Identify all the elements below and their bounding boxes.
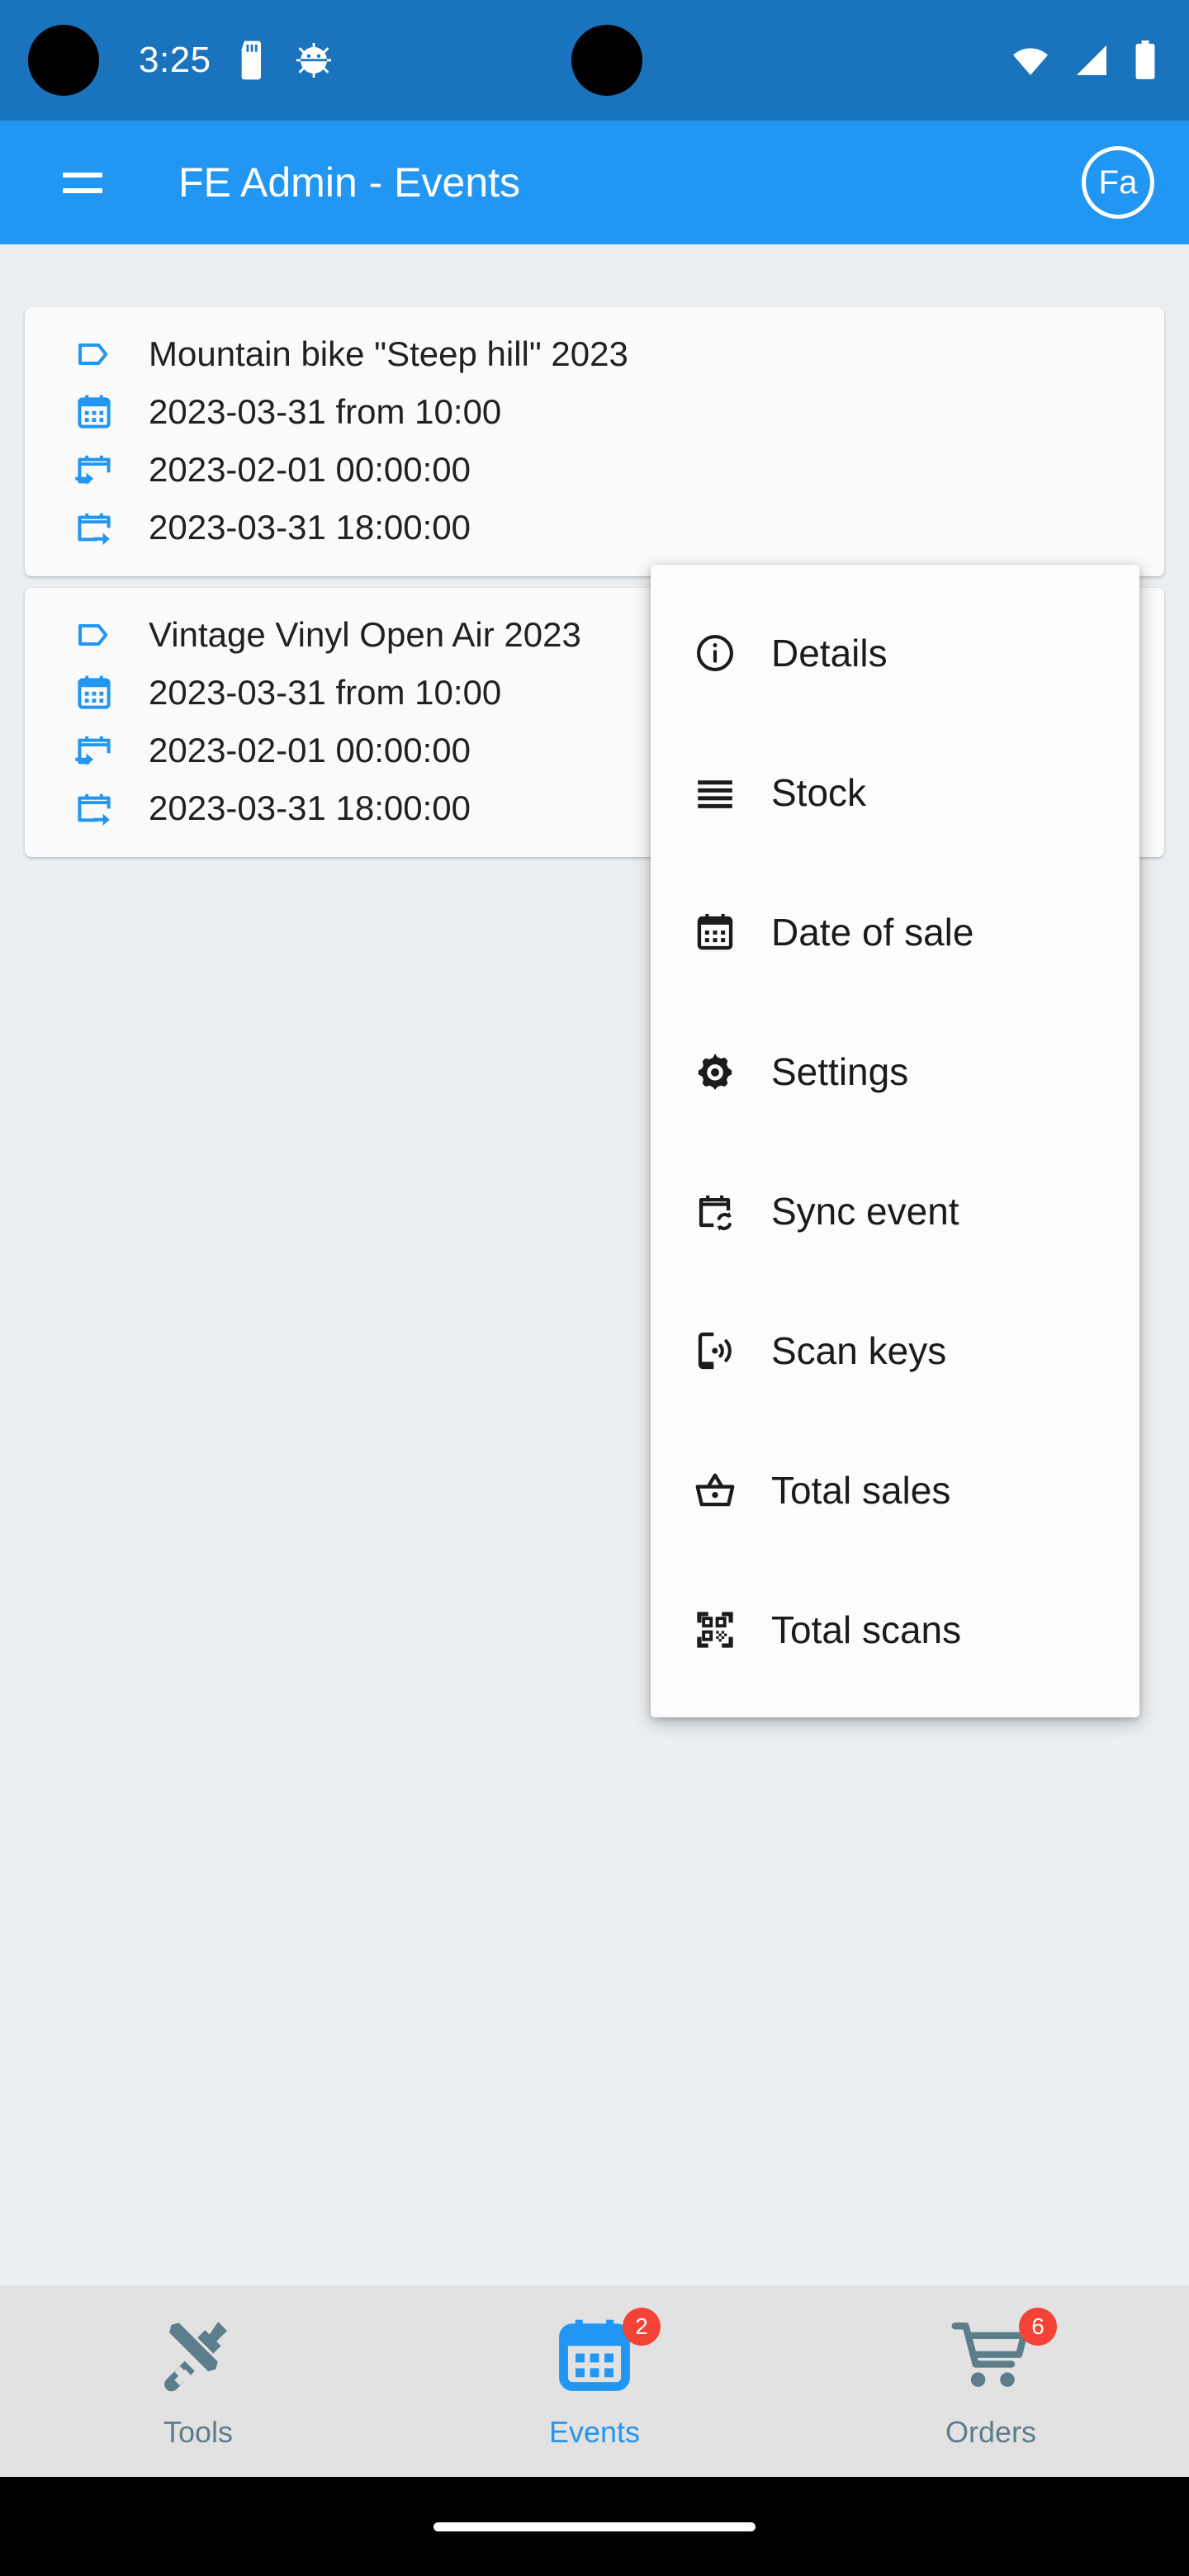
sale-start: 2023-02-01 00:00:00 — [149, 450, 471, 490]
calendar-export-icon — [73, 788, 116, 828]
menu-item-label: Total sales — [771, 1468, 950, 1513]
calendar-icon — [73, 392, 116, 432]
cell-signal-icon — [1072, 40, 1111, 80]
qr-code-icon — [692, 1608, 738, 1651]
menu-item-stock[interactable]: Stock — [651, 722, 1139, 862]
tag-icon — [73, 334, 116, 374]
event-date: 2023-03-31 from 10:00 — [149, 673, 501, 713]
menu-item-settings[interactable]: Settings — [651, 1002, 1139, 1141]
menu-item-label: Stock — [771, 770, 866, 815]
event-card[interactable]: Mountain bike "Steep hill" 2023 — [25, 307, 1164, 576]
status-bar-clock: 3:25 — [139, 40, 211, 81]
status-bar-left: 3:25 — [28, 25, 334, 96]
nav-icon-wrap: 6 — [950, 2313, 1032, 2402]
tools-icon — [157, 2314, 239, 2401]
avatar-initials: Fa — [1099, 164, 1138, 201]
status-bar-right — [989, 0, 1158, 121]
menu-item-scan-keys[interactable]: Scan keys — [651, 1281, 1139, 1420]
event-name: Vintage Vinyl Open Air 2023 — [149, 615, 581, 655]
calendar-sync-icon — [692, 1190, 738, 1233]
list-lines-icon — [692, 771, 738, 814]
sale-end: 2023-03-31 18:00:00 — [149, 788, 471, 828]
avatar[interactable]: Fa — [1082, 146, 1154, 219]
nav-item-label: Events — [549, 2415, 640, 2450]
nav-item-label: Orders — [945, 2415, 1036, 2450]
menu-item-total-scans[interactable]: Total scans — [651, 1560, 1139, 1699]
sd-card-icon — [236, 40, 269, 80]
nav-icon-wrap — [157, 2313, 239, 2402]
menu-item-label: Details — [771, 631, 888, 675]
nfc-phone-icon — [692, 1329, 738, 1372]
nav-icon-wrap: 2 — [553, 2313, 636, 2402]
menu-item-label: Settings — [771, 1049, 908, 1094]
nav-item-events[interactable]: 2 Events — [396, 2285, 793, 2477]
status-badge: 2 — [623, 2308, 661, 2346]
system-gesture-bar — [0, 2477, 1189, 2576]
calendar-import-icon — [73, 731, 116, 770]
events-list: Mountain bike "Steep hill" 2023 — [0, 244, 1189, 2285]
sale-start-row: 2023-02-01 00:00:00 — [25, 441, 1164, 499]
sale-end-row: 2023-03-31 18:00:00 — [25, 499, 1164, 556]
menu-item-label: Date of sale — [771, 910, 973, 954]
calendar-import-icon — [73, 450, 116, 490]
android-bug-icon — [294, 40, 334, 80]
event-date-row: 2023-03-31 from 10:00 — [25, 383, 1164, 441]
menu-item-details[interactable]: Details — [651, 583, 1139, 722]
home-indicator[interactable] — [433, 2522, 756, 2531]
menu-item-label: Total scans — [771, 1608, 961, 1652]
status-bar: 3:25 — [0, 0, 1189, 121]
camera-punch-hole-center — [571, 25, 642, 96]
hamburger-line-2 — [63, 188, 102, 193]
hamburger-menu-icon[interactable] — [36, 136, 129, 229]
sale-start: 2023-02-01 00:00:00 — [149, 731, 471, 770]
wifi-icon — [1011, 40, 1050, 80]
menu-item-total-sales[interactable]: Total sales — [651, 1420, 1139, 1560]
sale-end: 2023-03-31 18:00:00 — [149, 508, 471, 547]
menu-item-date-of-sale[interactable]: Date of sale — [651, 862, 1139, 1002]
event-name-row: Mountain bike "Steep hill" 2023 — [25, 325, 1164, 383]
hamburger-line-1 — [63, 173, 102, 178]
nav-item-label: Tools — [163, 2415, 233, 2450]
calendar-icon — [692, 911, 738, 954]
page-title: FE Admin - Events — [178, 159, 520, 206]
shopping-basket-icon — [692, 1469, 738, 1512]
battery-icon — [1133, 40, 1158, 80]
menu-item-label: Scan keys — [771, 1328, 946, 1373]
menu-item-label: Sync event — [771, 1189, 959, 1234]
calendar-export-icon — [73, 508, 116, 547]
camera-punch-hole-left — [28, 25, 99, 96]
tag-icon — [73, 615, 116, 655]
bottom-navigation: Tools — [0, 2285, 1189, 2477]
event-date: 2023-03-31 from 10:00 — [149, 392, 501, 432]
info-circle-icon — [692, 632, 738, 675]
app-bar: FE Admin - Events Fa — [0, 121, 1189, 244]
status-badge: 6 — [1019, 2308, 1057, 2346]
context-menu: Details Stock — [651, 565, 1139, 1717]
nav-item-orders[interactable]: 6 Orders — [793, 2285, 1189, 2477]
menu-item-sync-event[interactable]: Sync event — [651, 1141, 1139, 1281]
calendar-icon — [73, 673, 116, 713]
nav-item-tools[interactable]: Tools — [0, 2285, 396, 2477]
phone-screen: 3:25 — [0, 0, 1189, 2576]
event-name: Mountain bike "Steep hill" 2023 — [149, 334, 628, 374]
gear-icon — [692, 1050, 738, 1093]
